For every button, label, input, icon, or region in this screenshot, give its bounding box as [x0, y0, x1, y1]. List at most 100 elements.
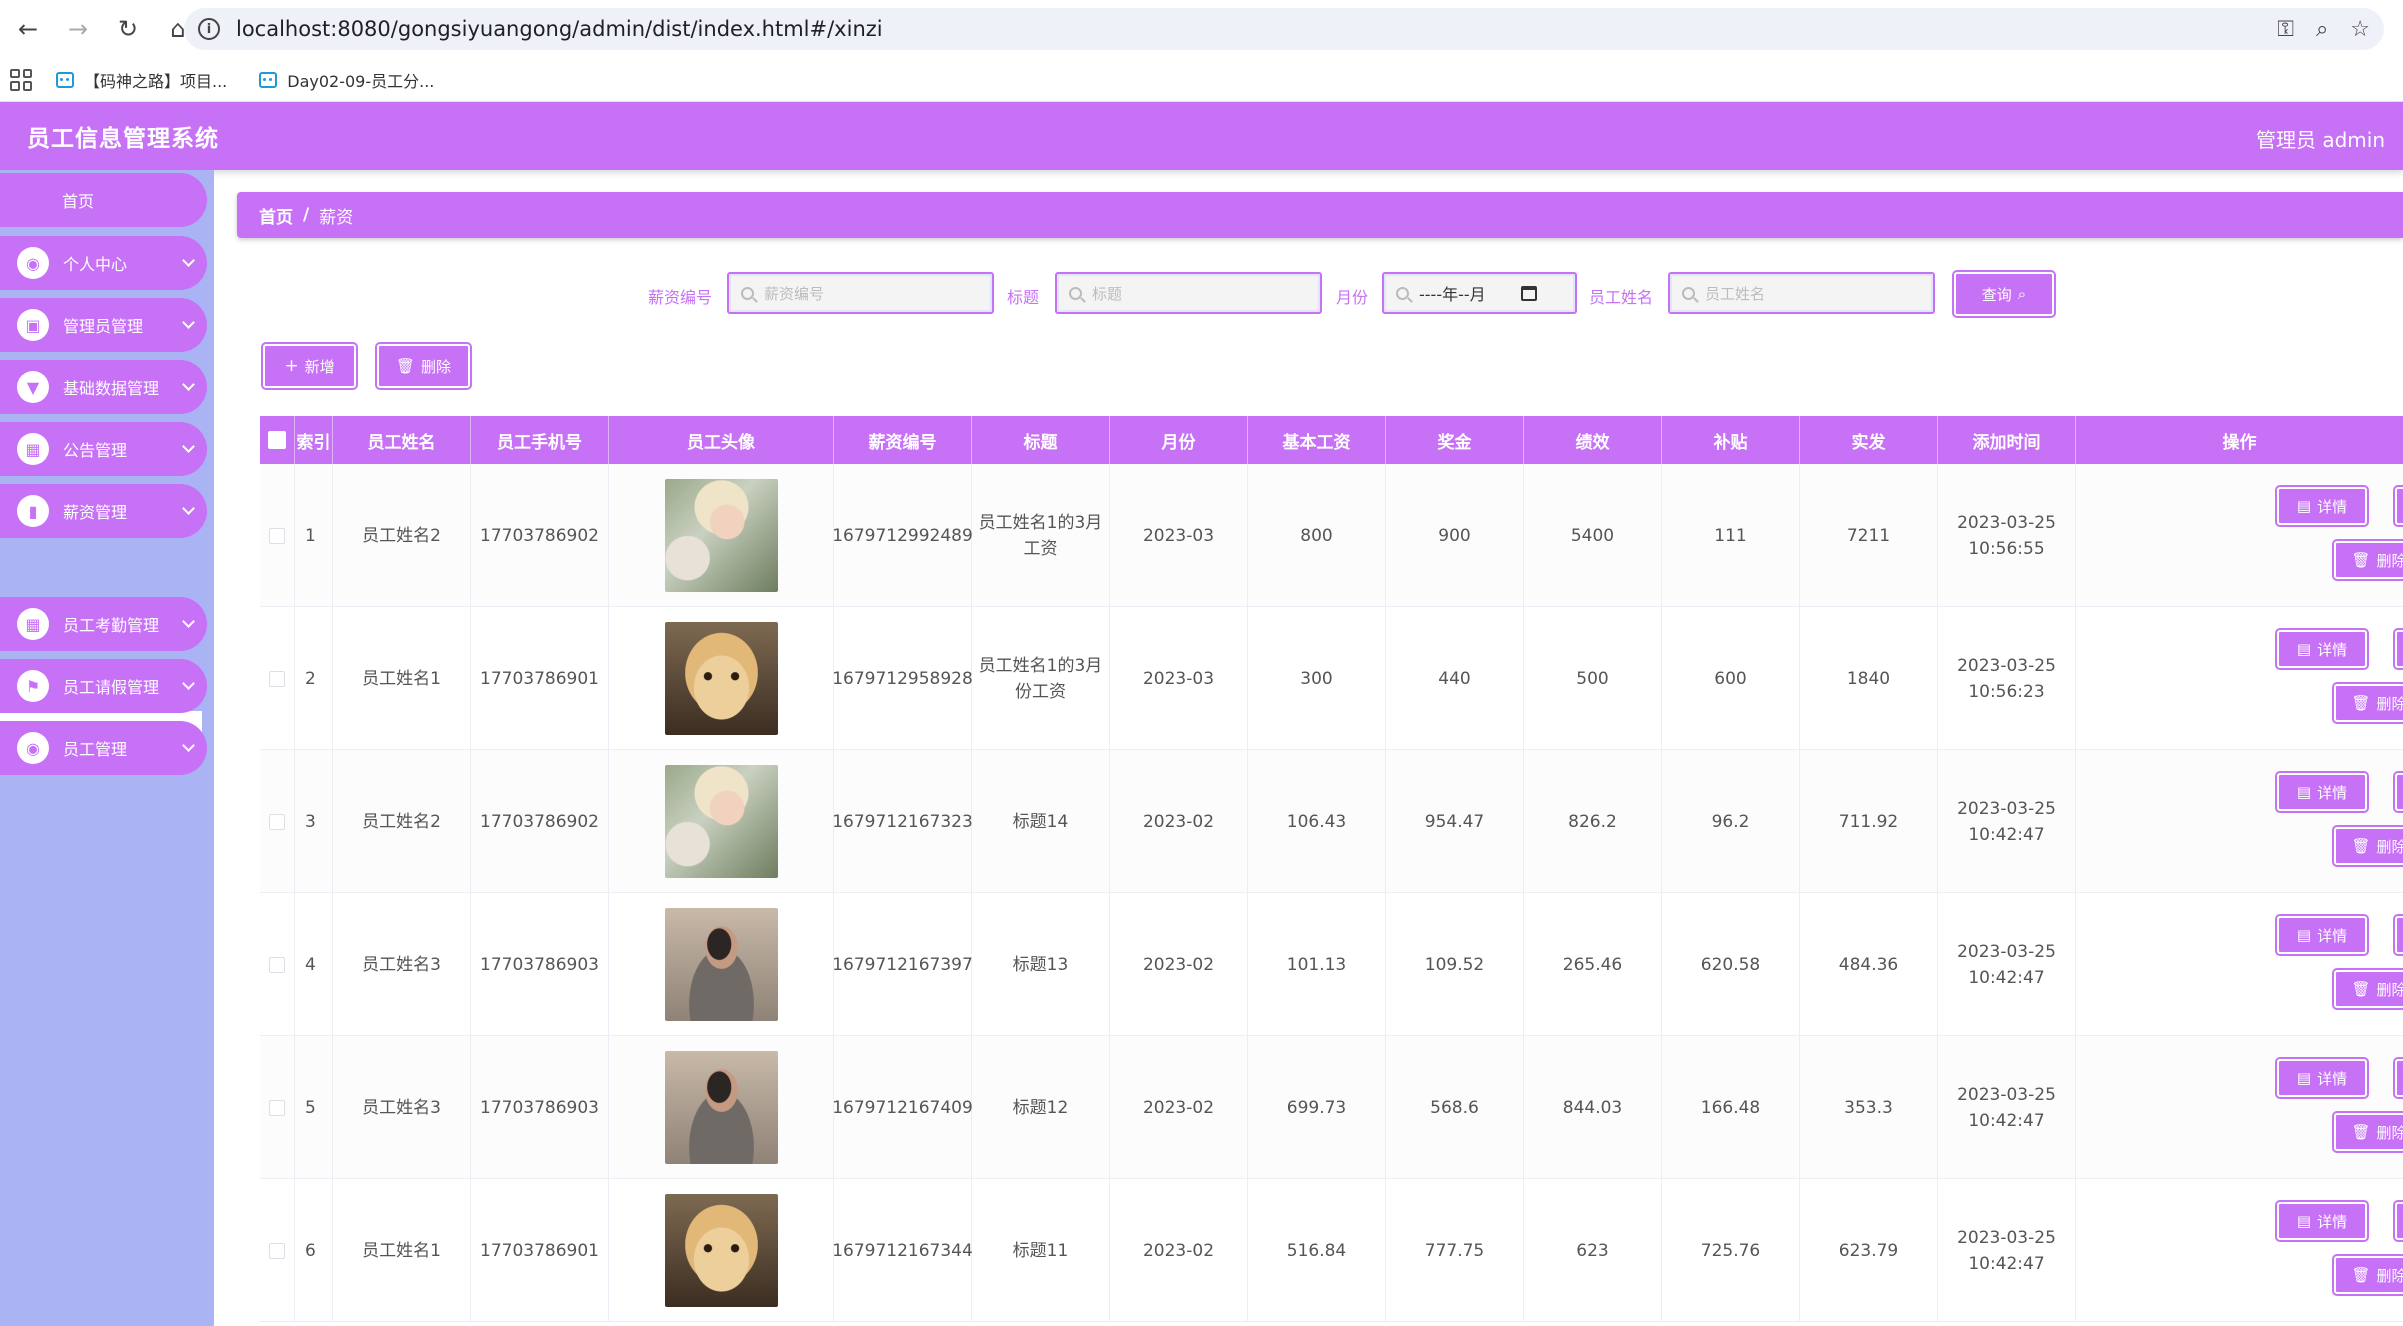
avatar-cell: [609, 1036, 834, 1179]
sidebar-item-basedata[interactable]: ▼ 基础数据管理: [0, 360, 207, 414]
delete-button[interactable]: 🗑 删除: [2334, 1113, 2403, 1151]
sidebar-item-attendance[interactable]: ▦ 员工考勤管理: [0, 597, 207, 651]
detail-button[interactable]: ▤ 详情: [2277, 1202, 2367, 1240]
delete-button[interactable]: 🗑 删除: [2334, 827, 2403, 865]
reload-icon[interactable]: ↻: [106, 7, 150, 51]
bonus-cell: 568.6: [1386, 1036, 1524, 1179]
detail-button[interactable]: ▤ 详情: [2277, 630, 2367, 668]
avatar-cell: [609, 750, 834, 893]
edit-button[interactable]: ✎修改: [2395, 1059, 2403, 1097]
search-icon: [1396, 286, 1409, 300]
index-cell-text: 3: [305, 811, 316, 832]
document-icon: ▤: [2296, 783, 2312, 801]
site-info-icon[interactable]: i: [198, 18, 220, 40]
employee-avatar: [664, 1051, 778, 1164]
salary-code-cell: 1679712167344: [832, 1179, 973, 1322]
sidebar-item-salary[interactable]: ▮ 薪资管理: [0, 484, 207, 538]
sidebar-item-label: 公告管理: [63, 441, 128, 460]
delete-button[interactable]: 🗑 删除: [2334, 541, 2403, 579]
add-button[interactable]: + 新增: [263, 344, 356, 388]
salary-code-cell: 1679712958928: [832, 607, 973, 750]
performance-cell: 844.03: [1524, 1036, 1662, 1179]
forward-icon[interactable]: →: [56, 7, 100, 51]
delete-button[interactable]: 🗑 删除: [2334, 1256, 2403, 1294]
employee-name-label: 员工姓名: [1589, 288, 1654, 307]
edit-button[interactable]: ✎修改: [2395, 630, 2403, 668]
trash-icon: 🗑: [2351, 1266, 2371, 1284]
row-checkbox[interactable]: [269, 813, 285, 830]
bookmark-item[interactable]: 【码神之路】项目...: [56, 68, 227, 92]
address-bar[interactable]: i localhost:8080/gongsiyuangong/admin/di…: [184, 8, 2384, 50]
phone-cell: 17703786901: [471, 1179, 609, 1322]
breadcrumb-home[interactable]: 首页: [259, 203, 293, 228]
month-input[interactable]: ----年--月: [1382, 272, 1577, 314]
salary-code-label: 薪资编号: [648, 288, 713, 307]
delete-button-label: 删除: [2376, 1266, 2403, 1285]
sidebar-item-leave[interactable]: ⚑ 员工请假管理: [0, 659, 207, 713]
performance-cell-text: 265.46: [1562, 954, 1623, 975]
salary-code-cell-text: 1679712992489: [832, 525, 973, 546]
performance-cell: 265.46: [1524, 893, 1662, 1036]
base-salary-cell: 106.43: [1248, 750, 1386, 893]
url-text[interactable]: localhost:8080/gongsiyuangong/admin/dist…: [236, 17, 883, 41]
row-checkbox[interactable]: [269, 670, 285, 687]
subsidy-cell-text: 96.2: [1711, 811, 1750, 832]
actual-pay-cell-text: 7211: [1846, 525, 1891, 546]
actual-pay-cell-text: 484.36: [1838, 954, 1899, 975]
detail-button[interactable]: ▤ 详情: [2277, 1059, 2367, 1097]
delete-button[interactable]: 🗑 删除: [2334, 684, 2403, 722]
key-icon[interactable]: ⚿: [2277, 17, 2294, 42]
zoom-icon[interactable]: ⌕: [2316, 17, 2328, 42]
bonus-cell-text: 440: [1438, 668, 1471, 689]
bookmark-item[interactable]: Day02-09-员工分...: [259, 68, 434, 92]
edit-button[interactable]: ✎修改: [2395, 487, 2403, 525]
current-user[interactable]: 管理员 admin: [2256, 124, 2385, 153]
row-checkbox[interactable]: [269, 1099, 285, 1116]
salary-code-input[interactable]: 薪资编号: [727, 272, 994, 314]
apps-icon[interactable]: [10, 68, 32, 91]
salary-code-placeholder: 薪资编号: [764, 284, 825, 303]
edit-button[interactable]: ✎修改: [2395, 1202, 2403, 1240]
column-header: 奖金: [1386, 416, 1524, 464]
chevron-down-icon: [182, 677, 195, 690]
detail-button[interactable]: ▤ 详情: [2277, 487, 2367, 525]
sidebar-item-notice[interactable]: ▦ 公告管理: [0, 422, 207, 476]
delete-button-label: 删除: [2376, 980, 2403, 999]
app-title: 员工信息管理系统: [27, 126, 219, 152]
select-all-checkbox[interactable]: [268, 431, 286, 449]
sidebar-item-home[interactable]: 首页: [0, 173, 207, 227]
batch-delete-button[interactable]: 🗑 删除: [377, 344, 470, 388]
index-cell: 4: [295, 893, 333, 1036]
delete-button-label: 删除: [2376, 694, 2403, 713]
column-header: 实发: [1800, 416, 1938, 464]
employee-name-input[interactable]: 员工姓名: [1668, 272, 1935, 314]
app-header: 员工信息管理系统 管理员 admin: [0, 102, 2403, 170]
operations-cell: ▤ 详情 ✎修改 🗑 删除: [2076, 1036, 2403, 1179]
query-button[interactable]: 查询 ⌕: [1954, 272, 2054, 316]
detail-button[interactable]: ▤ 详情: [2277, 916, 2367, 954]
sidebar-item-employees[interactable]: ◉ 员工管理: [0, 721, 207, 775]
row-checkbox[interactable]: [269, 527, 285, 544]
trash-icon: 🗑: [2351, 980, 2371, 998]
base-salary-cell: 800: [1248, 464, 1386, 607]
back-icon[interactable]: ←: [6, 7, 50, 51]
row-checkbox[interactable]: [269, 1242, 285, 1259]
month-cell-text: 2023-02: [1142, 1240, 1215, 1261]
document-icon: ▤: [2296, 497, 2312, 515]
star-icon[interactable]: ☆: [2350, 17, 2370, 42]
detail-button[interactable]: ▤ 详情: [2277, 773, 2367, 811]
subsidy-cell-text: 725.76: [1700, 1240, 1761, 1261]
employee-name-cell: 员工姓名1: [333, 607, 471, 750]
edit-button[interactable]: ✎修改: [2395, 916, 2403, 954]
added-time-cell-text: 2023-03-25 10:56:55: [1957, 512, 2056, 559]
employee-name-cell-text: 员工姓名3: [362, 1097, 441, 1118]
delete-button[interactable]: 🗑 删除: [2334, 970, 2403, 1008]
actual-pay-cell-text: 1840: [1846, 668, 1891, 689]
actual-pay-cell: 711.92: [1800, 750, 1938, 893]
edit-button[interactable]: ✎修改: [2395, 773, 2403, 811]
row-checkbox[interactable]: [269, 956, 285, 973]
employee-name-cell: 员工姓名3: [333, 1036, 471, 1179]
title-input[interactable]: 标题: [1055, 272, 1322, 314]
bonus-cell-text: 777.75: [1424, 1240, 1485, 1261]
calendar-icon[interactable]: [1521, 286, 1537, 301]
